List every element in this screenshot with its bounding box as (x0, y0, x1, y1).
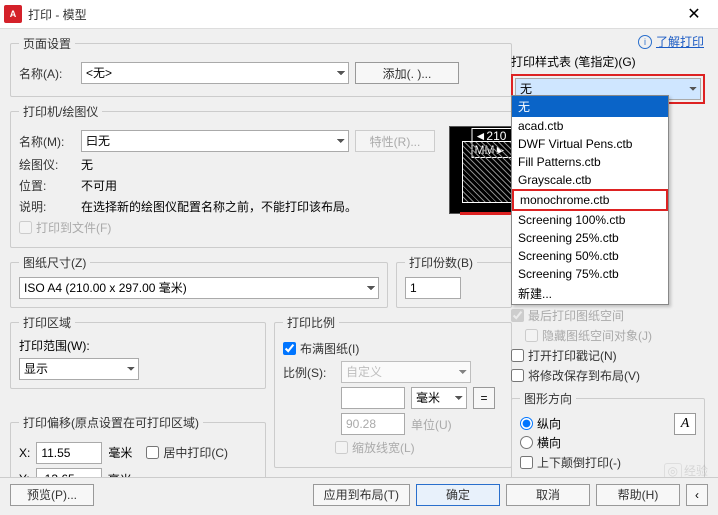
unit-equals-button[interactable]: = (473, 387, 495, 409)
portrait-radio[interactable]: 纵向 (520, 415, 666, 432)
titlebar: A 打印 - 模型 ✕ (0, 0, 718, 29)
printer-name-label: 名称(M): (19, 133, 75, 150)
offset-x-input[interactable] (36, 442, 102, 464)
copies-group: 打印份数(B) (396, 254, 512, 308)
hide-objs-check: 隐藏图纸空间对象(J) (525, 327, 705, 344)
print-scope-label: 打印范围(W): (19, 337, 257, 354)
printer-group: 打印机/绘图仪 名称(M): 曰无 特性(R)... 绘图仪: 无 (10, 103, 546, 248)
help-area: i 了解打印 (638, 33, 704, 50)
help-link[interactable]: 了解打印 (656, 33, 704, 50)
center-print-check[interactable]: 居中打印(C) (146, 444, 228, 461)
preview-button[interactable]: 预览(P)... (10, 484, 94, 506)
plotter-value: 无 (81, 156, 93, 173)
print-scope-select[interactable]: 显示 (19, 358, 139, 380)
ratio-label: 比例(S): (283, 364, 335, 381)
print-area-legend: 打印区域 (19, 314, 75, 331)
mm-unit-label: 单位(U) (411, 416, 452, 433)
offset-x-unit: 毫米 (108, 444, 132, 461)
style-opt-gray[interactable]: Grayscale.ctb (512, 171, 668, 189)
desc-label: 说明: (19, 198, 75, 215)
style-opt-s100[interactable]: Screening 100%.ctb (512, 211, 668, 229)
style-opt-fill[interactable]: Fill Patterns.ctb (512, 153, 668, 171)
style-opt-new[interactable]: 新建... (512, 283, 668, 304)
print-offset-legend: 打印偏移(原点设置在可打印区域) (19, 414, 203, 431)
paper-size-group: 图纸尺寸(Z) ISO A4 (210.00 x 297.00 毫米) (10, 254, 388, 308)
style-opt-s75[interactable]: Screening 75%.ctb (512, 265, 668, 283)
orientation-legend: 图形方向 (520, 390, 576, 407)
close-button[interactable]: ✕ (674, 1, 714, 27)
desc-value: 在选择新的绘图仪配置名称之前，不能打印该布局。 (81, 198, 435, 215)
ratio-select: 自定义 (341, 361, 471, 383)
window-title: 打印 - 模型 (28, 6, 674, 23)
style-opt-none[interactable]: 无 (512, 96, 668, 117)
offset-x-label: X: (19, 446, 30, 460)
print-area-group: 打印区域 打印范围(W): 显示 (10, 314, 266, 389)
apply-layout-button[interactable]: 应用到布局(T) (313, 484, 410, 506)
printer-props-button: 特性(R)... (355, 130, 435, 152)
style-opt-dwf[interactable]: DWF Virtual Pens.ctb (512, 135, 668, 153)
pageset-add-button[interactable]: 添加(. )... (355, 62, 459, 84)
orientation-icon: A (674, 413, 696, 435)
help-button[interactable]: 帮助(H) (596, 484, 680, 506)
mm-value-input (341, 413, 405, 435)
open-stamp-check[interactable]: 打开打印戳记(N) (511, 347, 705, 364)
style-opt-s25[interactable]: Screening 25%.ctb (512, 229, 668, 247)
style-opt-s50[interactable]: Screening 50%.ctb (512, 247, 668, 265)
info-icon[interactable]: i (638, 35, 652, 49)
print-to-file-check: 打印到文件(F) (19, 219, 435, 236)
location-value: 不可用 (81, 177, 117, 194)
style-table-dropdown[interactable]: 无 acad.ctb DWF Virtual Pens.ctb Fill Pat… (511, 95, 669, 305)
copies-input[interactable] (405, 277, 461, 299)
style-opt-mono[interactable]: monochrome.ctb (512, 189, 668, 211)
style-table-legend: 打印样式表 (笔指定)(G) (511, 53, 705, 70)
app-icon: A (4, 5, 22, 23)
last-print-check: 最后打印图纸空间 (511, 307, 705, 324)
ok-button[interactable]: 确定 (416, 484, 500, 506)
page-setup-group: 页面设置 名称(A): <无> 添加(. )... (10, 35, 512, 97)
pageset-name-label: 名称(A): (19, 65, 75, 82)
print-scale-group: 打印比例 布满图纸(I) 比例(S): 自定义 毫米 (274, 314, 512, 468)
unit-value-input (341, 387, 405, 409)
page-setup-legend: 页面设置 (19, 35, 75, 52)
fit-paper-check[interactable]: 布满图纸(I) (283, 340, 503, 357)
paper-size-legend: 图纸尺寸(Z) (19, 254, 90, 271)
paper-size-select[interactable]: ISO A4 (210.00 x 297.00 毫米) (19, 277, 379, 299)
printer-name-select[interactable]: 曰无 (81, 130, 349, 152)
landscape-radio[interactable]: 横向 (520, 434, 666, 451)
scale-lineweight-check: 缩放线宽(L) (335, 439, 503, 456)
expand-button[interactable]: ‹ (686, 484, 708, 506)
printer-legend: 打印机/绘图仪 (19, 103, 102, 120)
copies-legend: 打印份数(B) (405, 254, 477, 271)
unit-select[interactable]: 毫米 (411, 387, 467, 409)
cancel-button[interactable]: 取消 (506, 484, 590, 506)
pageset-name-select[interactable]: <无> (81, 62, 349, 84)
location-label: 位置: (19, 177, 75, 194)
plotter-label: 绘图仪: (19, 156, 75, 173)
footer: 预览(P)... 应用到布局(T) 确定 取消 帮助(H) ‹ (0, 477, 718, 511)
upside-check[interactable]: 上下颠倒打印(-) (520, 454, 666, 471)
style-opt-acad[interactable]: acad.ctb (512, 117, 668, 135)
save-layout-check[interactable]: 将修改保存到布局(V) (511, 367, 705, 384)
print-scale-legend: 打印比例 (283, 314, 339, 331)
